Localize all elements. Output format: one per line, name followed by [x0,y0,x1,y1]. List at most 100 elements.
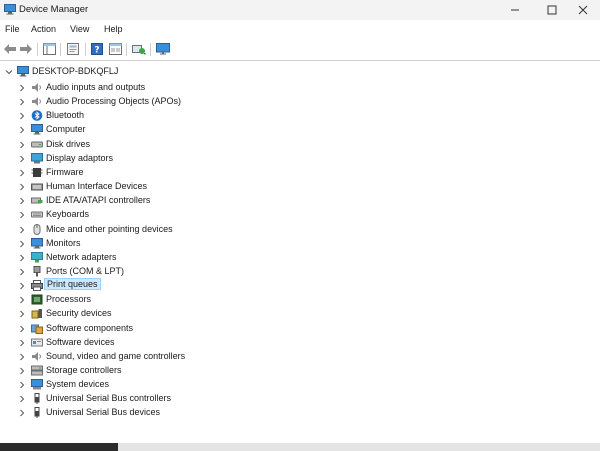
tree-item-label: Universal Serial Bus controllers [46,393,172,404]
chevron-right-icon[interactable] [18,409,26,417]
chevron-right-icon[interactable] [18,226,26,234]
update-driver-button[interactable] [65,41,81,57]
tree-item-label: Keyboards [46,209,90,220]
tree-item[interactable]: Display adaptors [0,152,200,166]
tree-item[interactable]: IDE ATA/ATAPI controllers [0,194,200,208]
back-arrow-icon [4,44,16,54]
tree-item[interactable]: Audio inputs and outputs [0,81,200,95]
tree-item-label: Disk drives [46,138,91,149]
chevron-right-icon[interactable] [18,367,26,375]
chevron-right-icon[interactable] [18,197,26,205]
tree-item[interactable]: Universal Serial Bus devices [0,406,200,420]
tree-item[interactable]: Keyboards [0,208,200,222]
forward-button[interactable] [18,41,34,57]
properties-icon [42,43,56,55]
chevron-right-icon[interactable] [18,296,26,304]
tree-item[interactable]: Software components [0,322,200,336]
chevron-right-icon[interactable] [18,155,26,163]
mouse-icon [33,223,41,235]
chevron-right-icon[interactable] [18,310,26,318]
back-button[interactable] [2,41,18,57]
tree-item[interactable]: Human Interface Devices [0,180,200,194]
tree-item[interactable]: Bluetooth [0,109,200,123]
tree-item[interactable]: Software devices [0,336,200,350]
chevron-right-icon[interactable] [18,268,26,276]
chevron-right-icon[interactable] [18,240,26,248]
scan-hardware-button[interactable] [131,41,147,57]
tree-item-label: System devices [46,379,110,390]
tree-item[interactable]: Storage controllers [0,364,200,378]
device-tree[interactable]: DESKTOP-BDKQFLJ Audio inputs and outputs… [0,61,600,441]
taskbar-dark-segment [0,443,118,451]
tree-item-label: Computer [46,124,86,135]
toolbar-separator [150,43,151,56]
ide-icon [31,197,43,204]
show-hide-console-tree-button[interactable] [41,41,57,57]
maximize-button[interactable] [535,0,569,20]
usb-icon [34,393,40,405]
minimize-button[interactable] [498,0,532,20]
tree-item[interactable]: Monitors [0,237,200,251]
forward-arrow-icon [20,44,32,54]
chevron-right-icon[interactable] [18,141,26,149]
speaker-icon [32,97,41,107]
chevron-right-icon[interactable] [18,126,26,134]
toolbar-separator [37,43,38,56]
tree-item-label: Processors [46,294,92,305]
tree-item-label: Audio inputs and outputs [46,82,146,92]
tree-item[interactable]: Ports (COM & LPT) [0,265,200,279]
tree-item[interactable]: Mice and other pointing devices [0,223,200,237]
tree-item-label: Bluetooth [46,110,85,121]
add-legacy-hardware-button[interactable] [155,41,171,57]
window-title: Device Manager [19,4,89,15]
chevron-right-icon[interactable] [18,169,26,177]
tree-item-label: Human Interface Devices [46,181,148,192]
tree-item[interactable]: Print queues [0,278,200,293]
menu-file[interactable]: File [5,24,20,34]
chevron-right-icon[interactable] [18,282,26,290]
processor-icon [31,294,43,305]
properties-sheet-button[interactable] [107,41,123,57]
chevron-right-icon[interactable] [18,112,26,120]
chevron-right-icon[interactable] [18,183,26,191]
menu-action[interactable]: Action [31,24,56,34]
tree-item[interactable]: Audio Processing Objects (APOs) [0,95,200,109]
tree-item[interactable]: System devices [0,378,200,392]
menu-help[interactable]: Help [104,24,123,34]
firmware-icon [31,167,43,177]
chevron-right-icon[interactable] [18,254,26,262]
menu-view[interactable]: View [70,24,89,34]
tree-item-label: Network adapters [46,251,117,262]
toolbar-separator [126,43,127,56]
help-button[interactable]: ? [89,41,105,57]
tree-item[interactable]: Computer [0,123,200,137]
chevron-right-icon[interactable] [18,325,26,333]
tree-item-label: IDE ATA/ATAPI controllers [46,195,151,206]
chevron-right-icon[interactable] [18,211,26,219]
speaker-icon [32,83,41,92]
tree-item[interactable]: Security devices [0,307,200,321]
tree-item[interactable]: Universal Serial Bus controllers [0,392,200,406]
tree-item[interactable]: Sound, video and game controllers [0,350,200,364]
tree-item-label: Storage controllers [46,365,122,375]
tree-item-label: Mice and other pointing devices [46,223,173,234]
close-button[interactable] [566,0,600,20]
tree-item[interactable]: Firmware [0,166,200,180]
disk-icon [31,141,43,148]
chevron-right-icon[interactable] [18,353,26,361]
tree-item[interactable]: Processors [0,293,200,307]
tree-item-label: Firmware [46,166,84,177]
chevron-right-icon[interactable] [18,339,26,347]
tree-item[interactable]: Disk drives [0,138,200,152]
software-device-icon [31,338,43,347]
chevron-right-icon[interactable] [18,395,26,403]
tree-item[interactable]: Network adapters [0,251,200,265]
chevron-right-icon[interactable] [18,98,26,106]
chevron-right-icon[interactable] [18,84,26,92]
chevron-down-icon[interactable] [5,68,13,76]
minimize-icon [511,9,519,11]
monitor-icon [31,237,43,249]
update-driver-icon [67,43,79,55]
svg-text:?: ? [94,46,99,56]
chevron-right-icon[interactable] [18,381,26,389]
